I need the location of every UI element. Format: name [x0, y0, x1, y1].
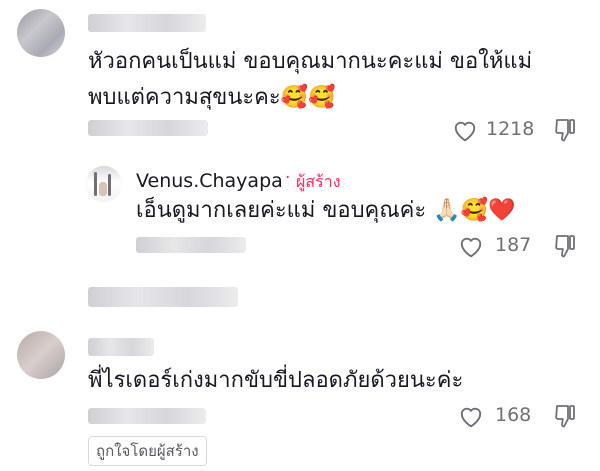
- like-button[interactable]: 1218: [452, 116, 538, 144]
- creator-username[interactable]: Venus.Chayapa: [136, 170, 283, 192]
- reply-like-button[interactable]: 187: [458, 232, 538, 260]
- heart-outline-icon: [460, 237, 482, 258]
- heart-outline-icon: [460, 407, 482, 428]
- reply-like-count: 187: [495, 234, 532, 256]
- commenter-avatar[interactable]: [17, 331, 65, 379]
- creator-badge: ผู้สร้าง: [296, 172, 341, 191]
- comment-text-line1: หัวอกคนเป็นแม่ ขอบคุณมากนะคะแม่ ขอให้แม่: [88, 49, 533, 74]
- commenter-username-blurred[interactable]: [88, 338, 154, 356]
- reply-meta-blurred: [136, 237, 246, 253]
- commenter-avatar[interactable]: [17, 9, 65, 57]
- thumbs-down-icon[interactable]: [553, 403, 577, 429]
- heart-outline-icon: [454, 121, 476, 142]
- comment-meta-blurred: [88, 408, 206, 424]
- comment-meta-blurred: [88, 120, 208, 136]
- commenter-username-blurred[interactable]: [88, 14, 206, 32]
- comment-text: พี่ไรเดอร์เก่งมากขับขี่ปลอดภัยด้วยนะค่ะ: [88, 368, 464, 393]
- creator-avatar[interactable]: [86, 166, 122, 202]
- thumbs-down-icon[interactable]: [553, 117, 577, 143]
- liked-by-creator-badge: ถูกใจโดยผู้สร้าง: [88, 436, 207, 466]
- like-count: 1218: [486, 118, 535, 140]
- reply-text: เอ็นดูมากเลยค่ะแม่ ขอบคุณค่ะ 🙏🏻🥰❤️: [136, 198, 516, 223]
- thumbs-down-icon[interactable]: [553, 233, 577, 259]
- comment-text-line2: พบแต่ความสุขนะคะ🥰🥰: [88, 85, 336, 110]
- like-count: 168: [495, 404, 532, 426]
- separator-dot: ·: [285, 168, 291, 188]
- view-more-replies-blurred[interactable]: [88, 287, 238, 307]
- like-button[interactable]: 168: [458, 402, 538, 430]
